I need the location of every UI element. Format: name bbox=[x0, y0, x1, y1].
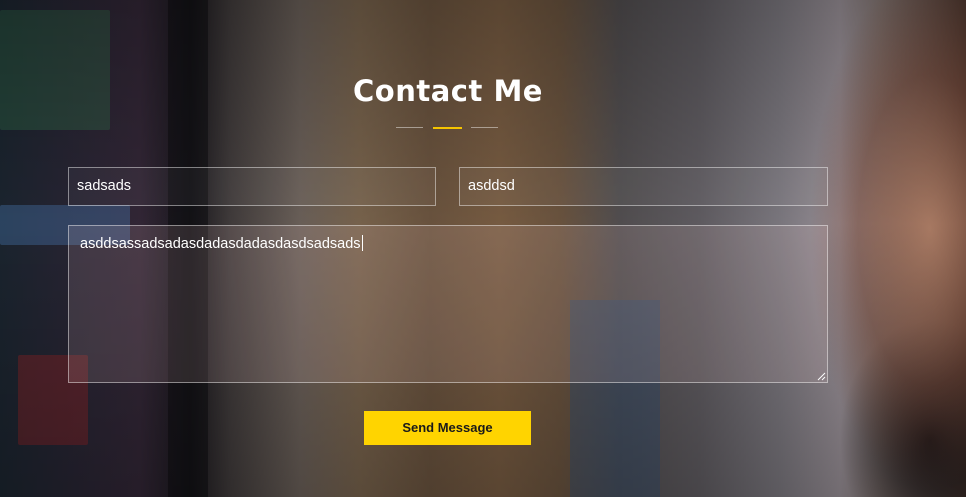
message-field[interactable]: asddsassadsadasdadasdadasdasdsadsads bbox=[68, 225, 828, 383]
page-title: Contact Me bbox=[353, 74, 543, 108]
message-field-value: asddsassadsadasdadasdadasdasdsadsads bbox=[80, 236, 361, 252]
email-field[interactable]: asddsd bbox=[459, 167, 828, 206]
send-message-button[interactable]: Send Message bbox=[364, 411, 531, 445]
title-divider-right bbox=[471, 127, 498, 128]
name-field[interactable]: sadsads bbox=[68, 167, 436, 206]
text-cursor bbox=[361, 235, 363, 251]
title-divider-left bbox=[396, 127, 423, 128]
name-field-value: sadsads bbox=[77, 178, 132, 194]
email-field-value: asddsd bbox=[468, 178, 515, 194]
title-divider-accent bbox=[433, 127, 462, 129]
contact-page: Contact Me sadsads asddsd asddsassadsada… bbox=[0, 0, 966, 497]
resize-handle-icon[interactable] bbox=[816, 371, 826, 381]
